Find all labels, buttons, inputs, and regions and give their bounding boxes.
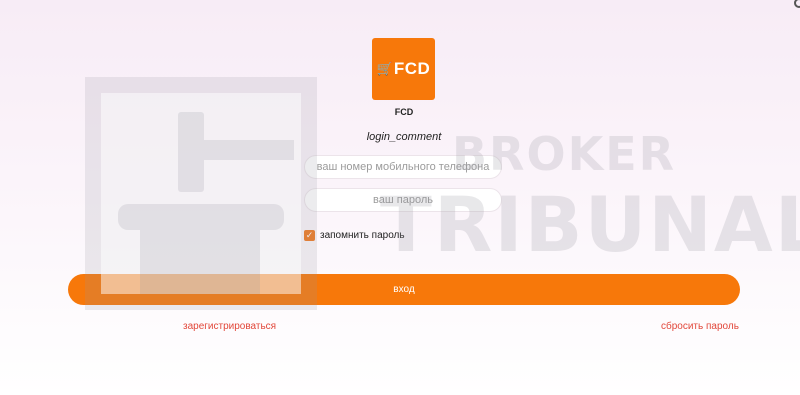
settings-icon[interactable] <box>794 0 800 8</box>
login-button[interactable]: вход <box>68 274 740 305</box>
remember-password-label: запомнить пароль <box>320 230 405 241</box>
checkbox-checked-icon[interactable]: ✓ <box>304 230 315 241</box>
phone-input[interactable] <box>304 155 502 179</box>
app-logo: 🛒 FCD <box>372 38 435 100</box>
reset-password-link[interactable]: сбросить пароль <box>661 321 739 332</box>
app-name: FCD <box>394 107 414 117</box>
remember-password-toggle[interactable]: ✓ запомнить пароль <box>304 230 405 241</box>
cart-icon: 🛒 <box>376 61 393 76</box>
login-comment: login_comment <box>366 131 442 143</box>
register-link[interactable]: зарегистрироваться <box>183 321 276 332</box>
password-input[interactable] <box>304 188 502 212</box>
logo-text: FCD <box>393 59 431 78</box>
